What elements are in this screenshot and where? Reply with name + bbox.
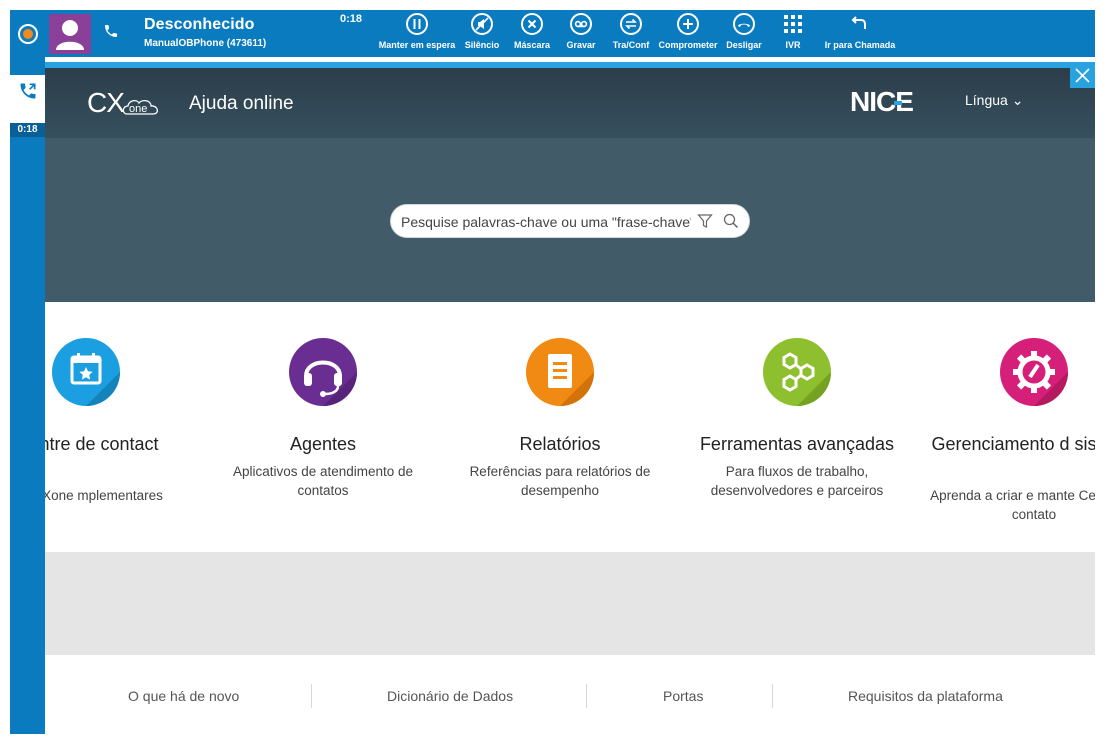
frame-top-accent [45,62,1095,68]
card-advanced-tools[interactable]: Ferramentas avançadas Para fluxos de tra… [682,302,912,552]
close-button[interactable] [1070,62,1095,88]
card-description: plicativos CXone mplementares [45,488,163,503]
card-system-management[interactable]: Gerenciamento d sistema Aprenda a criar … [919,302,1095,552]
card-description: Aprenda a criar e mante Centro de contat… [930,488,1095,522]
agent-status-indicator[interactable] [18,24,38,44]
phone-icon [103,23,119,44]
mask-button[interactable]: Máscara [509,13,555,57]
footer-link-ports[interactable]: Portas [663,688,703,704]
nice-logo: NICE [850,86,914,117]
hold-label: Manter em espera [378,40,456,50]
card-agents[interactable]: Agentes Aplicativos de atendimento de co… [208,302,438,552]
calendar-star-icon [52,338,120,406]
left-session-strip: 0:18 [10,57,45,734]
close-icon [1075,68,1090,83]
search-hero [45,138,1095,302]
record-label: Gravar [566,40,596,50]
footer-divider [772,684,773,708]
active-call-tile[interactable]: 0:18 [10,75,45,137]
keypad-icon [784,15,802,33]
record-icon [570,13,592,35]
cxone-logo: CX [87,87,125,118]
help-header: CX one Ajuda online NICE Língua ⌄ [45,68,1095,138]
report-icon [526,338,594,406]
gray-band [45,552,1095,655]
commit-button[interactable]: Comprometer [656,13,720,57]
mute-button[interactable]: Silêncio [461,13,503,57]
search-input[interactable] [401,211,691,233]
transfer-label: Tra/Conf [612,40,650,50]
hangup-button[interactable]: Desligar [722,13,766,57]
card-reports[interactable]: Relatórios Referências para relatórios d… [445,302,675,552]
help-frame: CX one Ajuda online NICE Língua ⌄ Pesqui… [45,62,1095,734]
cxone-cloud-icon: one [122,99,158,115]
footer-divider [586,684,587,708]
user-icon [56,20,84,50]
footer-link-data-dictionary[interactable]: Dicionário de Dados [387,688,513,704]
hex-tools-icon [763,338,831,406]
mask-icon [521,13,543,35]
search-box [390,204,750,238]
caller-name: Desconhecido [144,16,255,33]
ivr-label: IVR [785,40,801,50]
mask-label: Máscara [513,40,551,50]
outbound-call-icon [20,83,36,99]
hangup-icon [733,13,755,35]
card-title: Gerenciamento d sistema [931,434,1095,454]
headset-icon [289,338,357,406]
commit-label: Comprometer [658,40,718,50]
filter-icon[interactable] [697,213,713,229]
footer-divider [311,684,312,708]
nice-logo-accent [894,101,902,105]
footer-links: O que há de novo Dicionário de Dados Por… [45,655,1095,734]
language-dropdown[interactable]: Língua ⌄ [965,92,1023,109]
card-title: Agentes [289,434,357,454]
mute-icon [471,13,493,35]
gear-wrench-icon [1000,338,1068,406]
transfer-conference-button[interactable]: Tra/Conf [608,13,654,57]
footer-link-platform-requirements[interactable]: Requisitos da plataforma [848,688,1003,704]
card-title: Ferramentas avançadas [699,434,895,454]
cxone-logo-one: one [129,103,147,115]
call-timer: 0:18 [340,13,363,25]
go-to-call-icon [851,16,866,29]
pause-icon [406,13,428,35]
avatar [49,14,91,54]
page-title: Ajuda online [189,93,294,114]
card-description: Para fluxos de trabalho, desenvolvedores… [710,464,884,498]
card-description: Aplicativos de atendimento de contatos [232,464,414,498]
card-title: s du Centre de contact [45,434,159,454]
ivr-button[interactable]: IVR [778,13,808,57]
caller-skill: ManualOBPhone (473611) [144,38,267,49]
go-to-call-button[interactable]: Ir para Chamada [820,13,900,57]
session-timer: 0:18 [10,123,45,137]
mute-label: Silêncio [464,40,500,50]
card-description: Referências para relatórios de desempenh… [469,464,651,498]
card-apps[interactable]: s du Centre de contact plicativos CXone … [45,302,183,552]
call-toolbar: Desconhecido ManualOBPhone (473611) 0:18… [10,10,1095,57]
search-icon[interactable] [723,213,739,229]
transfer-icon [620,13,642,35]
hangup-label: Desligar [726,40,762,50]
commit-icon [677,13,699,35]
card-title: Relatórios [519,434,601,454]
record-button[interactable]: Gravar [561,13,601,57]
category-cards: s du Centre de contact plicativos CXone … [45,302,1095,552]
hold-button[interactable]: Manter em espera [375,13,459,57]
footer-link-whats-new[interactable]: O que há de novo [128,688,239,704]
go-to-call-label: Ir para Chamada [824,40,896,50]
page: Desconhecido ManualOBPhone (473611) 0:18… [0,0,1107,746]
